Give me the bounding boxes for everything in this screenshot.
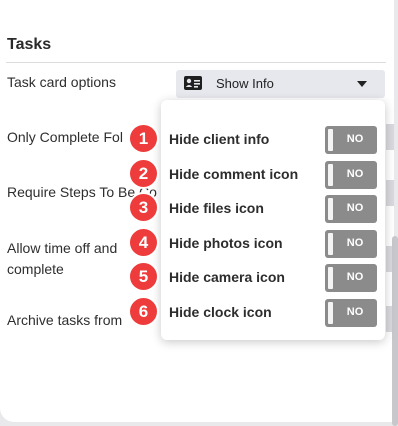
number-badge-1: 1 (128, 123, 159, 154)
task-card-options-label: Task card options (7, 74, 116, 90)
toggle-state: NO (346, 271, 364, 283)
number-badge-5: 5 (128, 261, 159, 292)
allow-time-off-label-line2: complete (7, 261, 64, 277)
number-badge-6: 6 (128, 296, 159, 327)
menu-item-hide-camera-icon[interactable]: Hide camera icon NO (161, 260, 385, 294)
menu-item-hide-files-icon[interactable]: Hide files icon NO (161, 191, 385, 225)
require-steps-toggle[interactable] (386, 180, 394, 206)
task-card-options-menu: Hide client info NO Hide comment icon NO… (161, 100, 385, 340)
toggle-state: NO (346, 133, 364, 145)
menu-item-label: Hide photos icon (169, 235, 283, 251)
number-badge-4: 4 (128, 227, 159, 258)
archive-tasks-label: Archive tasks from (7, 312, 123, 328)
menu-item-hide-clock-icon[interactable]: Hide clock icon NO (161, 295, 385, 329)
menu-item-label: Hide clock icon (169, 304, 272, 320)
chevron-down-icon (357, 81, 367, 87)
toggle-state: NO (346, 306, 364, 318)
scrollbar[interactable] (392, 236, 398, 426)
hide-photos-icon-toggle[interactable]: NO (325, 230, 377, 258)
toggle-state: NO (346, 168, 364, 180)
menu-item-label: Hide camera icon (169, 269, 285, 285)
section-title: Tasks (7, 36, 52, 53)
hide-files-icon-toggle[interactable]: NO (325, 195, 377, 223)
menu-item-label: Hide comment icon (169, 166, 299, 182)
hide-comment-icon-toggle[interactable]: NO (325, 161, 377, 189)
section-divider (6, 62, 386, 63)
id-card-icon (184, 76, 202, 90)
hide-clock-icon-toggle[interactable]: NO (325, 299, 377, 327)
menu-item-hide-client-info[interactable]: Hide client info NO (161, 122, 385, 156)
menu-item-hide-photos-icon[interactable]: Hide photos icon NO (161, 226, 385, 260)
number-badge-3: 3 (128, 192, 159, 223)
toggle-state: NO (346, 202, 364, 214)
toggle-state: NO (346, 237, 364, 249)
menu-item-label: Hide client info (169, 131, 270, 147)
menu-item-label: Hide files icon (169, 200, 264, 216)
number-badge-2: 2 (128, 158, 159, 189)
only-complete-toggle[interactable] (386, 124, 394, 150)
allow-time-off-label: Allow time off and (7, 240, 118, 256)
hide-camera-icon-toggle[interactable]: NO (325, 264, 377, 292)
dropdown-selected-value: Show Info (216, 76, 274, 91)
menu-item-hide-comment-icon[interactable]: Hide comment icon NO (161, 157, 385, 191)
task-card-options-dropdown[interactable]: Show Info (176, 70, 385, 98)
hide-client-info-toggle[interactable]: NO (325, 126, 377, 154)
only-complete-label: Only Complete Fol (7, 129, 123, 145)
